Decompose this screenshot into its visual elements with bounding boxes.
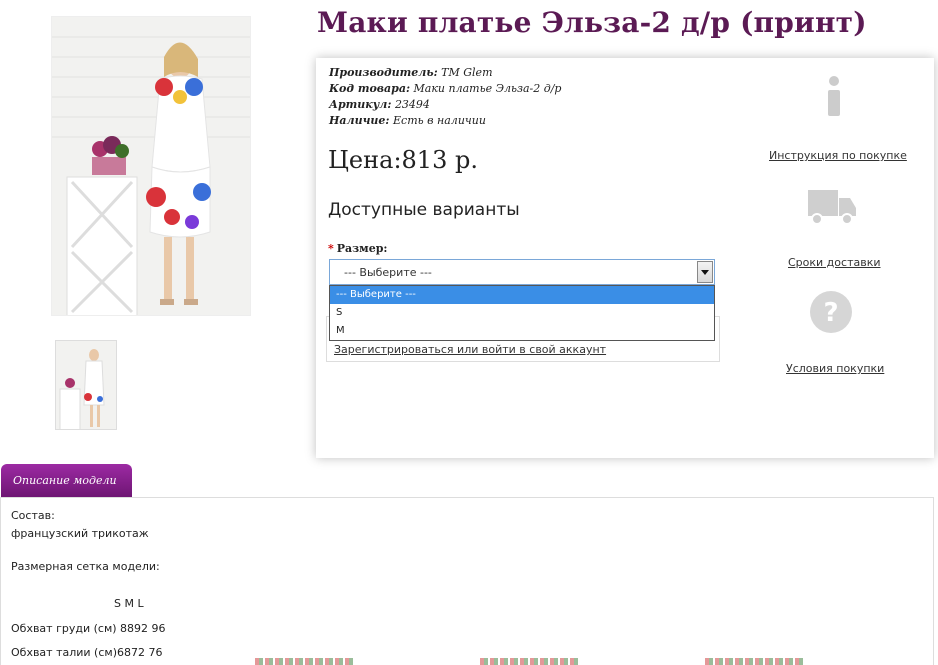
svg-text:?: ? [823,298,838,328]
required-mark: * [328,242,334,255]
floral-border-deco [255,658,355,665]
question-icon: ? [810,291,852,333]
sku-value: 23494 [394,98,430,111]
truck-icon [808,190,856,225]
size-dropdown-list[interactable]: --- Выберите --- S M [329,285,715,341]
manufacturer-label: Производитель: [329,66,438,79]
thumbnail-illustration [56,341,116,429]
description-panel: Состав: французский трикотаж Размерная с… [0,497,934,665]
code-row: Код товара: Маки платье Эльза-2 д/р [329,81,561,97]
code-value: Маки платье Эльза-2 д/р [413,82,562,95]
size-label-text: Размер: [336,242,388,255]
floral-border-deco [705,658,805,665]
stock-row: Наличие: Есть в наличии [329,113,561,129]
size-select[interactable]: --- Выберите --- [329,259,715,285]
register-login-link[interactable]: Зарегистрироваться или войти в свой акка… [334,343,606,356]
manufacturer-value: TM Glem [441,66,493,79]
composition-label: Состав: [11,509,55,522]
size-grid-label: Размерная сетка модели: [11,560,160,573]
waist-row: Обхват талии (см)6872 76 [11,646,163,659]
delivery-link[interactable]: Сроки доставки [788,256,881,269]
product-main-image[interactable] [51,16,251,316]
product-thumbnail[interactable] [55,340,117,430]
product-page: { "product": { "title": "Маки платье Эль… [0,0,938,665]
size-option-placeholder[interactable]: --- Выберите --- [330,286,714,304]
product-title: Маки платье Эльза-2 д/р (принт) [317,6,867,39]
sku-label: Артикул: [329,98,392,111]
variants-heading: Доступные варианты [328,200,520,220]
product-price: Цена:813 р. [328,146,478,174]
size-label: * Размер: [328,242,388,255]
floral-border-deco [480,658,580,665]
instruction-link[interactable]: Инструкция по покупке [769,149,907,162]
size-option-m[interactable]: M [330,322,714,340]
size-grid-header: S M L [114,597,144,610]
code-label: Код товара: [329,82,411,95]
chest-row: Обхват груди (см) 8892 96 [11,622,166,635]
stock-value: Есть в наличии [393,114,486,127]
size-option-s[interactable]: S [330,304,714,322]
manufacturer-row: Производитель: TM Glem [329,65,561,81]
terms-link[interactable]: Условия покупки [786,362,884,375]
sku-row: Артикул: 23494 [329,97,561,113]
tab-description[interactable]: Описание модели [1,464,132,498]
chevron-down-icon[interactable] [697,261,713,283]
product-meta: Производитель: TM Glem Код товара: Маки … [329,65,561,129]
composition-value: французский трикотаж [11,527,149,540]
size-select-value: --- Выберите --- [344,266,432,279]
info-icon [828,76,840,118]
stock-label: Наличие: [329,114,390,127]
dress-photo-illustration [52,17,250,315]
